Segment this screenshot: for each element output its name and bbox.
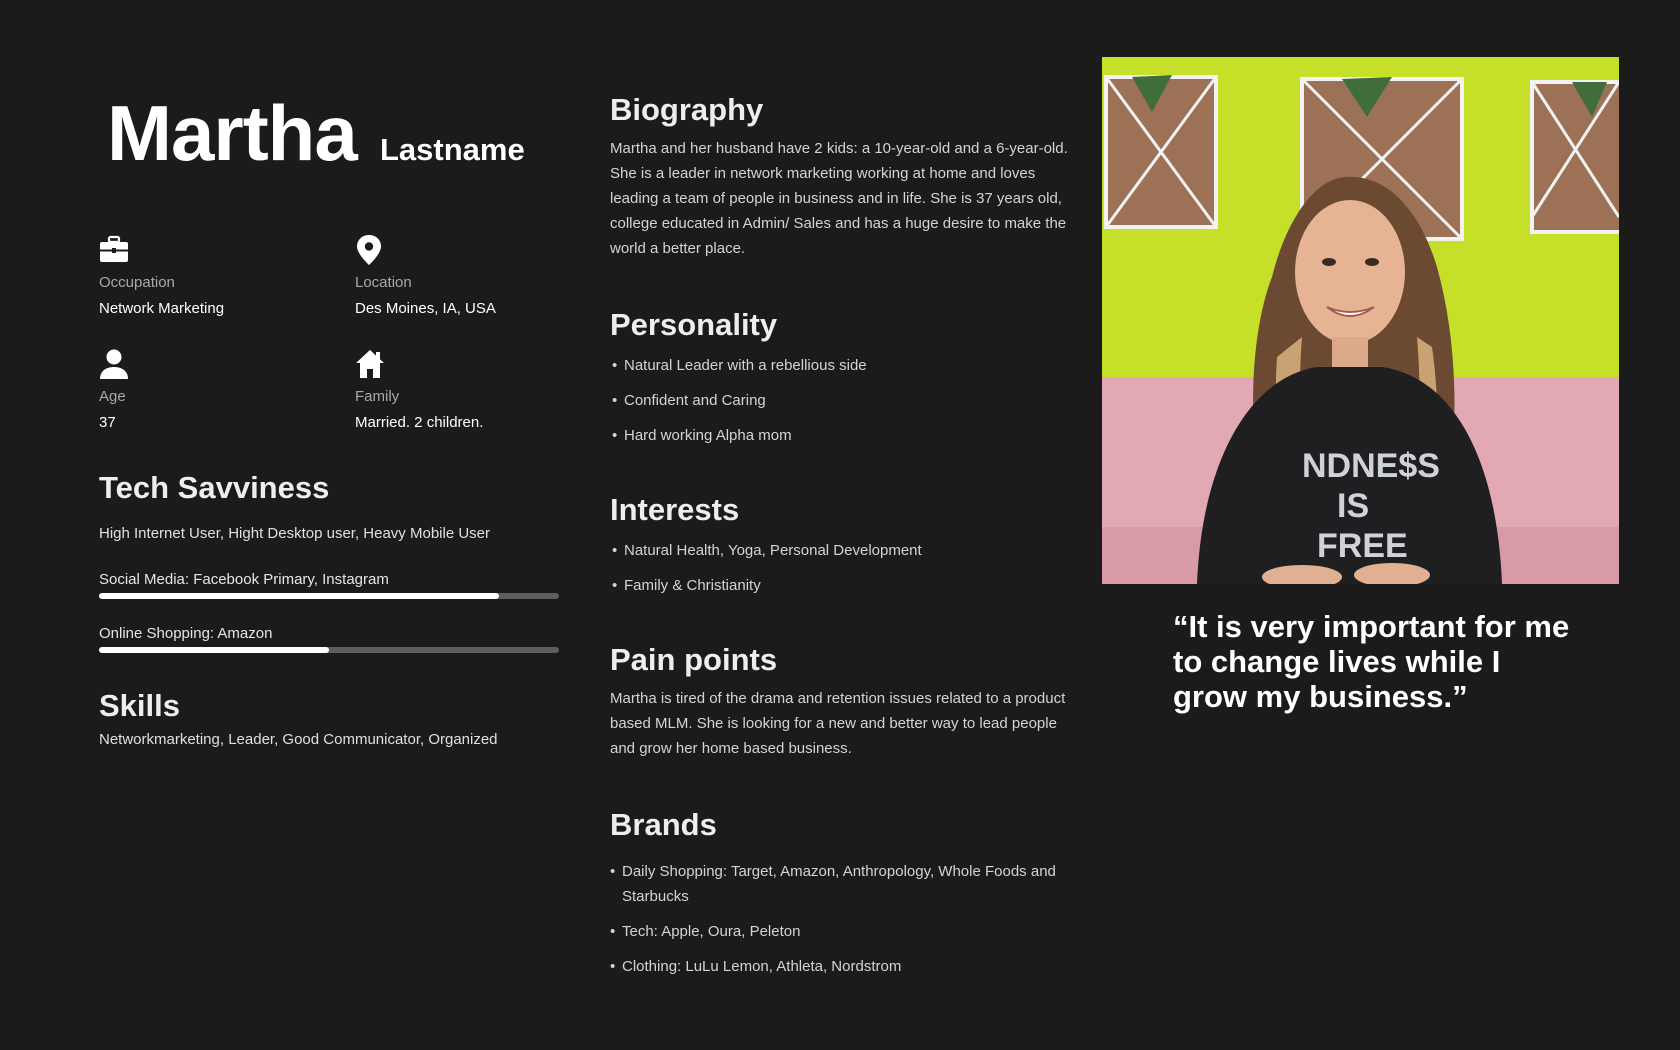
list-item: Daily Shopping: Target, Amazon, Anthropo… xyxy=(608,859,1078,909)
social-media-label: Social Media: Facebook Primary, Instagra… xyxy=(99,571,389,588)
persona-quote: “It is very important for me to change l… xyxy=(1173,609,1570,714)
pain-points-title: Pain points xyxy=(610,642,778,677)
family-value: Married. 2 children. xyxy=(355,414,484,431)
social-media-meter: Social Media: Facebook Primary, Instagra… xyxy=(99,572,559,599)
family-label: Family xyxy=(355,388,400,405)
tech-savviness-title: Tech Savviness xyxy=(99,470,330,505)
age-label: Age xyxy=(99,388,126,405)
biography-text: Martha and her husband have 2 kids: a 10… xyxy=(610,140,1068,257)
svg-text:NDNE$S: NDNE$S xyxy=(1302,447,1440,485)
list-item: Tech: Apple, Oura, Peleton xyxy=(608,919,1078,944)
skills-text: Networkmarketing, Leader, Good Communica… xyxy=(99,731,498,748)
svg-text:IS: IS xyxy=(1337,487,1369,525)
interests-list: Natural Health, Yoga, Personal Developme… xyxy=(610,538,1070,598)
occupation-label: Occupation xyxy=(99,274,175,291)
occupation-block: Occupation Network Marketing xyxy=(99,234,329,318)
family-block: Family Married. 2 children. xyxy=(355,348,585,432)
list-item: Family & Christianity xyxy=(610,573,1070,598)
persona-first-name: Martha xyxy=(107,89,358,177)
persona-last-name: Lastname xyxy=(380,132,525,167)
tech-summary: High Internet User, Hight Desktop user, … xyxy=(99,525,491,542)
occupation-value: Network Marketing xyxy=(99,300,225,317)
list-item: Confident and Caring xyxy=(610,388,1070,413)
online-shopping-track xyxy=(99,647,559,653)
brands-title: Brands xyxy=(610,807,717,842)
personality-title: Personality xyxy=(610,307,778,342)
home-icon xyxy=(356,350,384,378)
skills-title: Skills xyxy=(99,688,180,723)
location-value: Des Moines, IA, USA xyxy=(355,300,496,317)
brands-list: Daily Shopping: Target, Amazon, Anthropo… xyxy=(608,859,1078,979)
list-item: Natural Health, Yoga, Personal Developme… xyxy=(610,538,1070,563)
persona-photo-image: NDNE$S IS FREE xyxy=(1102,57,1619,584)
online-shopping-label: Online Shopping: Amazon xyxy=(99,625,273,642)
persona-photo: NDNE$S IS FREE xyxy=(1102,57,1619,584)
location-block: Location Des Moines, IA, USA xyxy=(355,234,585,318)
social-media-fill xyxy=(99,593,500,599)
location-label: Location xyxy=(355,274,412,291)
person-icon xyxy=(100,349,128,379)
svg-text:FREE: FREE xyxy=(1317,527,1408,565)
biography-title: Biography xyxy=(610,92,764,127)
interests-title: Interests xyxy=(610,492,740,527)
age-block: Age 37 xyxy=(99,348,329,432)
list-item: Hard working Alpha mom xyxy=(610,423,1070,448)
list-item: Natural Leader with a rebellious side xyxy=(610,353,1070,378)
social-media-track xyxy=(99,593,559,599)
pain-points-text: Martha is tired of the drama and retenti… xyxy=(610,690,1066,757)
briefcase-icon xyxy=(100,235,128,262)
map-pin-icon xyxy=(357,235,381,265)
online-shopping-meter: Online Shopping: Amazon xyxy=(99,626,559,653)
online-shopping-fill xyxy=(99,647,329,653)
age-value: 37 xyxy=(99,414,116,431)
list-item: Clothing: LuLu Lemon, Athleta, Nordstrom xyxy=(608,954,1078,979)
personality-list: Natural Leader with a rebellious side Co… xyxy=(610,353,1070,448)
